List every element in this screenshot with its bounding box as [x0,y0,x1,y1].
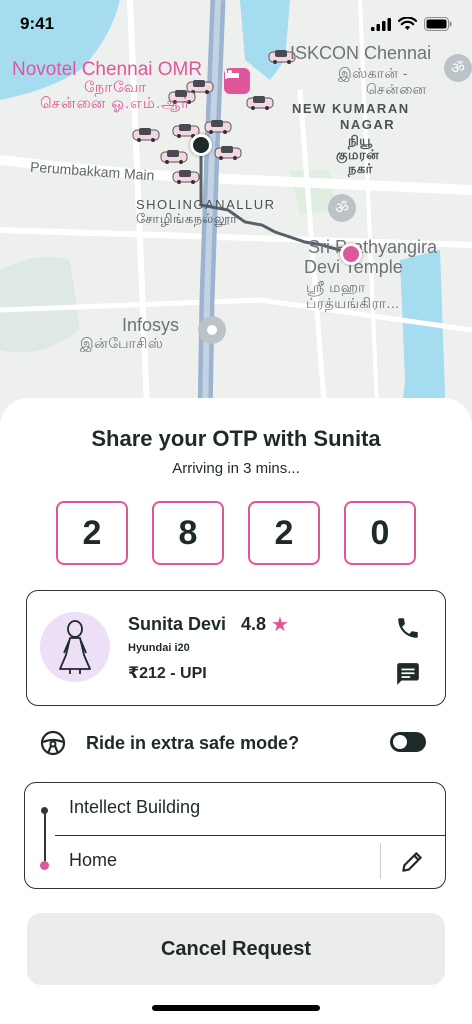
route-card: Intellect Building Home [24,782,446,889]
cancel-request-button[interactable]: Cancel Request [27,913,445,985]
safe-mode-label: Ride in extra safe mode? [86,732,300,753]
otp-digit: 8 [152,501,224,565]
fare-amount: ₹212 - UPI [128,665,207,682]
map-label-infosys-tamil: இன்போசிஸ் [80,335,164,351]
map-label-kumaran-tamil: நகர் [348,161,373,176]
wifi-icon [398,17,417,30]
map-label-sholinganallur-tamil: சோழிங்கநல்லூர் [136,211,238,226]
pickup-location: Intellect Building [69,797,201,817]
driver-rating: 4.8 ★ [241,614,289,635]
place-pin-icon [198,316,226,344]
rating-value: 4.8 [241,614,267,634]
car-icon [204,120,232,134]
map-label-novotel-tamil: சென்னை ஓ.எம்.ஆர் [40,95,190,112]
ride-status-sheet: Share your OTP with Sunita Arriving in 3… [0,398,472,1024]
toggle-knob [393,735,407,749]
status-time: 9:41 [20,14,55,33]
map-label-kumaran: NAGAR [340,117,396,132]
edit-separator [380,843,381,879]
otp-digit: 2 [56,501,128,565]
phone-icon [398,618,418,638]
arrival-subtitle: Arriving in 3 mins... [172,460,300,477]
otp-digit: 0 [344,501,416,565]
edit-destination-button[interactable] [399,849,425,875]
safe-mode-row: Ride in extra safe mode? [40,728,432,758]
hotel-icon [224,68,250,94]
map-label-iskcon-tamil: சென்னை [366,81,427,97]
vehicle-model: Hyundai i20 [128,642,190,654]
driver-name: Sunita Devi [128,614,227,634]
otp-digit: 2 [248,501,320,565]
map-label-temple-tamil: ஸ்ரீ மஹா [306,279,366,295]
car-icon [160,150,188,164]
driver-location-marker [190,134,212,156]
battery-icon [424,17,452,31]
otp-code: 2 8 2 0 [56,501,416,565]
drop-location: Home [69,850,118,870]
pencil-icon [402,852,422,872]
safe-mode-toggle[interactable] [390,732,426,752]
map-label-novotel: Novotel Chennai OMR [12,59,203,80]
map-label-infosys: Infosys [122,315,180,335]
call-driver-button[interactable] [395,615,421,641]
otp-title: Share your OTP with Sunita [91,426,381,451]
map-label-kumaran: NEW KUMARAN [292,101,410,116]
driver-card: Sunita Devi 4.8 ★ Hyundai i20 ₹212 - UPI [26,590,446,706]
chat-icon [397,663,419,685]
temple-icon: ॐ [328,194,356,222]
temple-icon: ॐ [444,54,472,82]
route-connector [44,811,46,861]
map-label-temple: Sri Prathyangira [308,237,438,257]
car-icon [246,96,274,110]
drop-dot-icon [40,861,49,870]
car-icon [172,170,200,184]
status-bar: 9:41 [0,0,472,48]
map-label-iskcon-tamil: இஸ்கான் - [338,65,409,81]
status-icons [371,17,452,31]
home-indicator [152,1005,320,1011]
car-icon [214,146,242,160]
message-driver-button[interactable] [395,661,421,687]
woman-avatar-icon [59,620,91,674]
car-icon [132,128,160,142]
cellular-signal-icon [371,17,391,31]
driver-avatar [40,612,110,682]
star-icon: ★ [271,613,289,636]
steering-wheel-icon [40,730,66,756]
route-divider [55,835,445,836]
pickup-location-marker [340,243,362,265]
map-label-temple-tamil: ப்ரத்யங்கிரா... [306,295,400,311]
